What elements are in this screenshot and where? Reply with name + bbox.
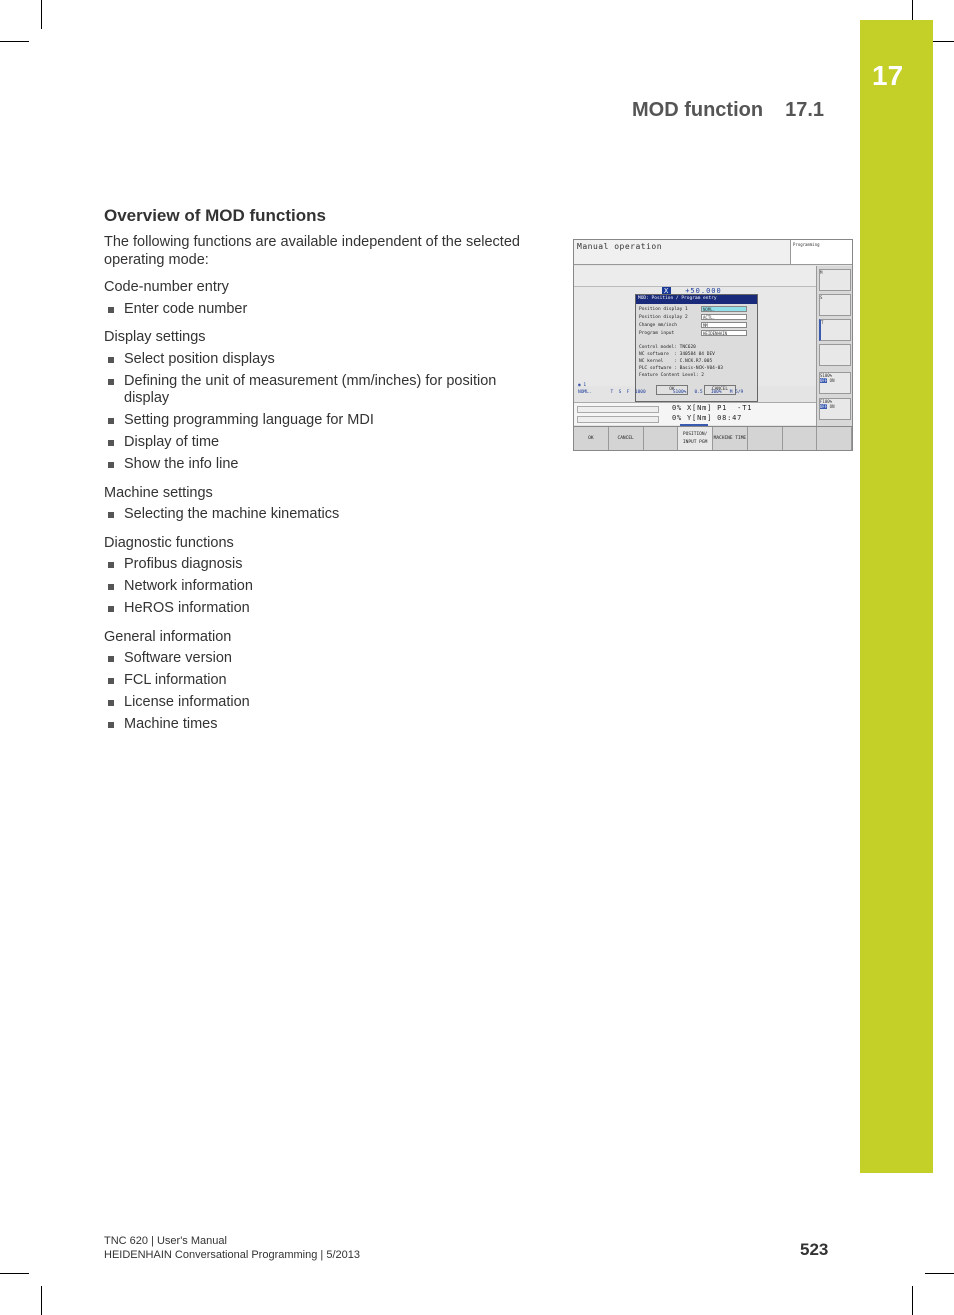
list-item: Enter code number xyxy=(104,301,534,319)
running-head-section: 17.1 xyxy=(785,99,825,121)
info-line: Control model: TNC620 xyxy=(639,345,696,350)
softkey-bar: OK CANCEL POSITION/ INPUT PGM MACHINE TI… xyxy=(574,426,852,450)
info-line: PLC software : Basis-NCK-V04-03 xyxy=(639,366,723,371)
softkey-machine-time[interactable]: MACHINE TIME xyxy=(713,427,748,450)
status-indicator-value: 1 xyxy=(583,383,587,388)
list-item: Defining the unit of measurement (mm/inc… xyxy=(104,373,534,408)
mod-dialog: MOD: Position / Program entry Position d… xyxy=(635,294,758,402)
dialog-row-label: Position display 1 xyxy=(639,307,688,312)
info-line: NC kernel : C.NCK.R7.005 xyxy=(639,359,713,364)
load-display: 0% X[Nm] P1 -T1 0% Y[Nm] 08:47 xyxy=(574,402,816,425)
side-key-empty[interactable] xyxy=(819,344,851,366)
section-content: Overview of MOD functions The following … xyxy=(104,206,534,745)
programming-label: Programming xyxy=(790,240,852,265)
load-bar xyxy=(577,406,659,413)
program-input-select[interactable]: HEIDENHAIN xyxy=(701,330,747,336)
tnc-screenshot: Manual operation Programming X +50.000 MO… xyxy=(573,239,853,451)
side-key-m[interactable]: M xyxy=(819,269,851,291)
side-softkeys: M S T S100% OFF ON F100% OFF ON xyxy=(816,266,852,426)
crop-mark xyxy=(912,1286,913,1315)
running-head: MOD function 17.1 xyxy=(632,99,824,122)
section-intro: The following functions are available in… xyxy=(104,234,520,268)
crop-mark xyxy=(41,0,42,29)
status-indicator: ◉ 1 xyxy=(578,383,587,388)
side-key-label: M xyxy=(820,270,823,275)
info-line: NC software : 340584 04 DEV xyxy=(639,352,715,357)
chapter-number: 17 xyxy=(872,60,904,91)
dialog-row-label: Program input xyxy=(639,331,675,336)
on-label: ON xyxy=(829,404,835,409)
list-item: Display of time xyxy=(104,434,534,452)
crop-mark xyxy=(41,1286,42,1315)
bullet-list: Select position displays Defining the uni… xyxy=(104,351,534,474)
group-label: Diagnostic functions xyxy=(104,534,234,551)
load-line: 0% X[Nm] P1 -T1 xyxy=(672,404,753,412)
off-label: OFF xyxy=(820,404,828,409)
position-display-2-select[interactable]: ACTL. xyxy=(701,314,747,320)
side-key-t[interactable]: T xyxy=(819,319,851,341)
footer-line-1: TNC 620 | User's Manual xyxy=(104,1235,227,1247)
section-heading: Overview of MOD functions xyxy=(104,206,326,225)
running-head-title: MOD function xyxy=(632,99,764,121)
load-bar xyxy=(577,416,659,423)
page-number: 523 xyxy=(800,1240,829,1259)
load-line: 0% Y[Nm] 08:47 xyxy=(672,414,743,422)
bullet-list: Profibus diagnosis Network information HeR… xyxy=(104,556,534,618)
softkey-ok[interactable]: OK xyxy=(574,427,609,450)
softkey-cancel[interactable]: CANCEL xyxy=(609,427,644,450)
crop-mark xyxy=(0,1273,29,1274)
side-key-label: S xyxy=(820,295,823,300)
softkey-position-input-pgm[interactable]: POSITION/ INPUT PGM xyxy=(678,427,713,450)
crop-mark xyxy=(925,1273,954,1274)
list-item: License information xyxy=(104,694,534,712)
display-band xyxy=(574,266,816,287)
list-item: FCL information xyxy=(104,672,534,690)
softkey-empty[interactable] xyxy=(783,427,818,450)
softkey-empty[interactable] xyxy=(748,427,783,450)
spindle-override-key[interactable]: S100% OFF ON xyxy=(819,372,851,394)
bullet-list: Selecting the machine kinematics xyxy=(104,506,534,524)
softkey-empty[interactable] xyxy=(644,427,679,450)
bullet-list: Enter code number xyxy=(104,301,534,319)
list-item: Selecting the machine kinematics xyxy=(104,506,534,524)
list-item: Network information xyxy=(104,578,534,596)
footer-line-2: HEIDENHAIN Conversational Programming | … xyxy=(104,1249,360,1261)
on-label: ON xyxy=(829,378,835,383)
status-line: NOML. T S F 1000 S100% 0.5 100% M 5/9 xyxy=(578,390,744,395)
list-item: Profibus diagnosis xyxy=(104,556,534,574)
list-item: Select position displays xyxy=(104,351,534,369)
list-item: Machine times xyxy=(104,716,534,734)
mode-title: Manual operation xyxy=(574,240,790,265)
position-display-1-select[interactable]: NOML. xyxy=(701,306,747,312)
function-groups: Code-number entry Enter code number Displa… xyxy=(104,279,534,734)
softkey-empty[interactable] xyxy=(817,427,852,450)
feed-override-key[interactable]: F100% OFF ON xyxy=(819,398,851,420)
group-label: Code-number entry xyxy=(104,279,229,295)
bullet-list: Software version FCL information License i… xyxy=(104,650,534,734)
group-label: General information xyxy=(104,628,232,645)
info-line: Feature Content Level: 2 xyxy=(639,373,705,378)
list-item: Software version xyxy=(104,650,534,668)
dialog-title: MOD: Position / Program entry xyxy=(636,295,757,304)
group-label: Machine settings xyxy=(104,484,213,501)
dialog-row-label: Position display 2 xyxy=(639,315,688,320)
dialog-row-label: Change mm/inch xyxy=(639,323,677,328)
group-label: Display settings xyxy=(104,329,206,345)
chapter-tab xyxy=(860,20,933,1173)
off-label: OFF xyxy=(820,378,828,383)
side-key-s[interactable]: S xyxy=(819,294,851,316)
list-item: Show the info line xyxy=(104,456,534,474)
side-key-label: T xyxy=(821,320,824,325)
crop-mark xyxy=(0,41,29,42)
list-item: HeROS information xyxy=(104,600,534,618)
footer: TNC 620 | User's Manual HEIDENHAIN Conve… xyxy=(104,1234,360,1262)
unit-select[interactable]: MM xyxy=(701,322,747,328)
list-item: Setting programming language for MDI xyxy=(104,412,534,430)
